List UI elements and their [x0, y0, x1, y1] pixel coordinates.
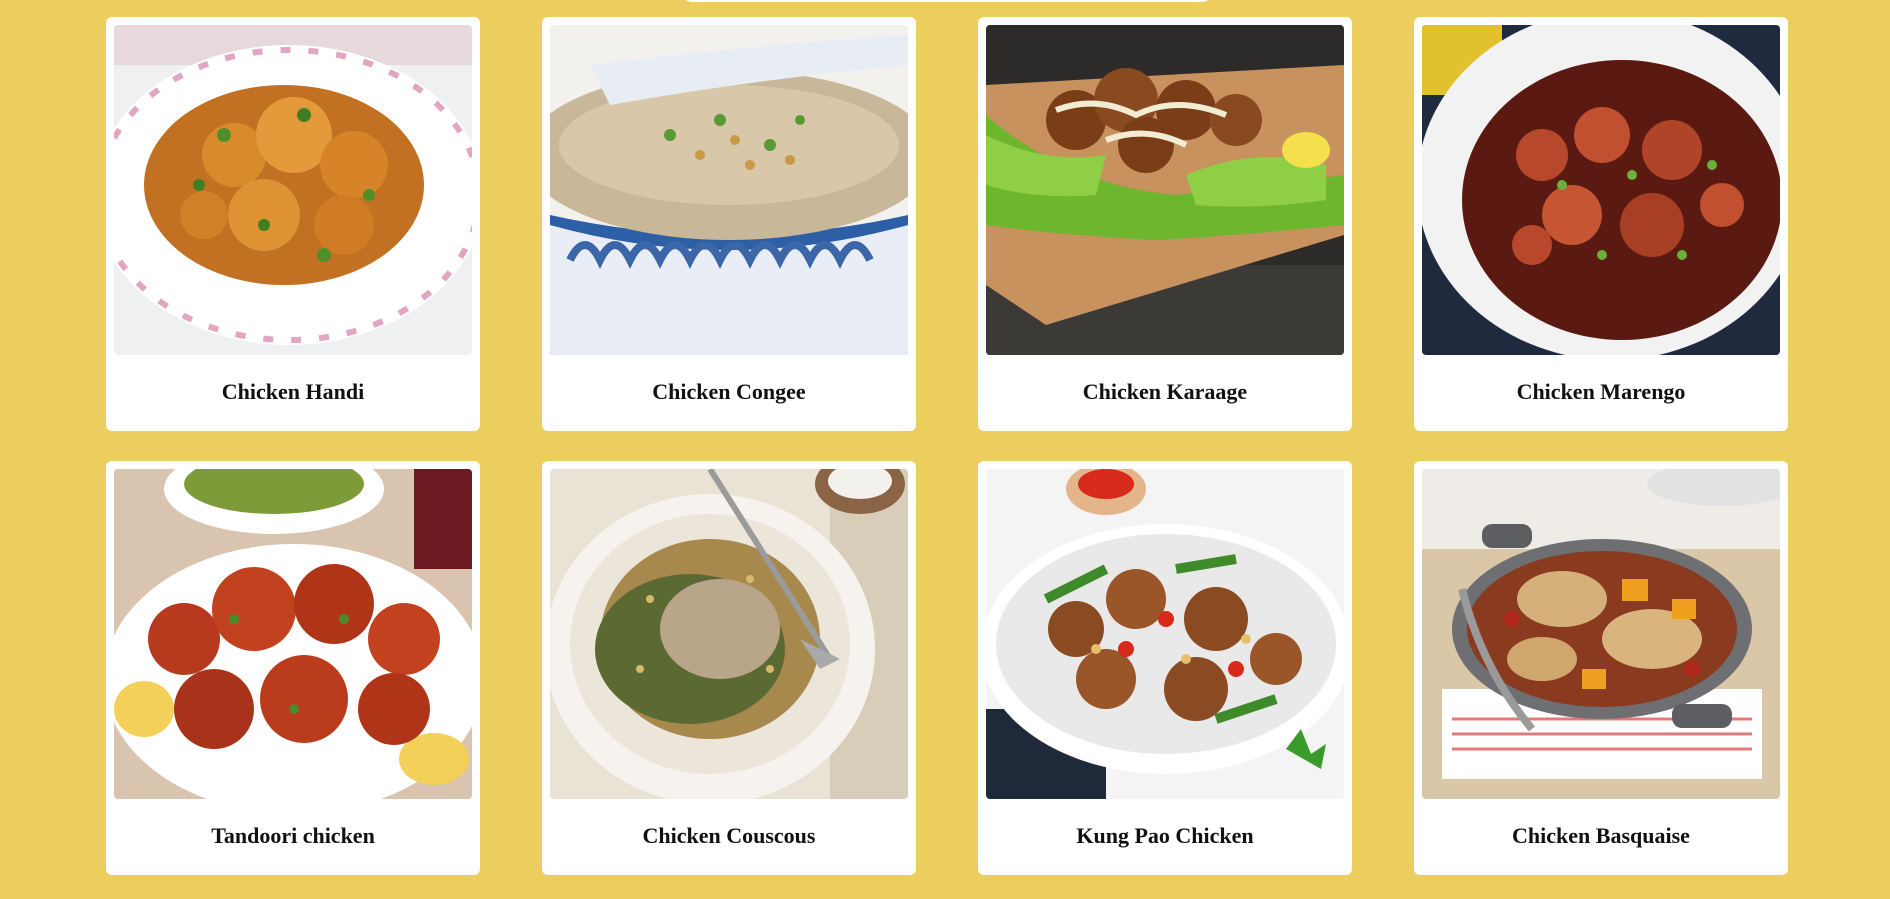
chicken-handi-photo [114, 25, 472, 355]
recipe-image[interactable] [550, 25, 908, 355]
recipe-image[interactable] [114, 25, 472, 355]
recipe-title[interactable]: Chicken Karaage [986, 379, 1344, 405]
recipe-title[interactable]: Kung Pao Chicken [986, 823, 1344, 849]
recipe-card-chicken-karaage[interactable]: Chicken Karaage [978, 17, 1352, 431]
kung-pao-chicken-photo [986, 469, 1344, 799]
recipe-card-chicken-marengo[interactable]: Chicken Marengo [1414, 17, 1788, 431]
tandoori-chicken-photo [114, 469, 472, 799]
recipe-title[interactable]: Chicken Couscous [550, 823, 908, 849]
recipe-card-chicken-basquaise[interactable]: Chicken Basquaise [1414, 461, 1788, 875]
chicken-congee-photo [550, 25, 908, 355]
recipe-title[interactable]: Chicken Congee [550, 379, 908, 405]
chicken-karaage-photo [986, 25, 1344, 355]
recipe-card-chicken-handi[interactable]: Chicken Handi [106, 17, 480, 431]
recipe-grid: Chicken Handi Chicken Congee Chicken Kar… [106, 17, 1788, 875]
recipe-image[interactable] [114, 469, 472, 799]
recipe-image[interactable] [1422, 469, 1780, 799]
recipe-image[interactable] [550, 469, 908, 799]
recipe-title[interactable]: Chicken Basquaise [1422, 823, 1780, 849]
recipe-title[interactable]: Tandoori chicken [114, 823, 472, 849]
chicken-couscous-photo [550, 469, 908, 799]
recipe-title[interactable]: Chicken Handi [114, 379, 472, 405]
chicken-marengo-photo [1422, 25, 1780, 355]
chicken-basquaise-photo [1422, 469, 1780, 799]
recipe-card-kung-pao-chicken[interactable]: Kung Pao Chicken [978, 461, 1352, 875]
recipe-image[interactable] [1422, 25, 1780, 355]
recipe-title[interactable]: Chicken Marengo [1422, 379, 1780, 405]
recipe-card-chicken-couscous[interactable]: Chicken Couscous [542, 461, 916, 875]
search-bar-edge[interactable] [682, 0, 1212, 2]
recipe-card-tandoori-chicken[interactable]: Tandoori chicken [106, 461, 480, 875]
recipe-card-chicken-congee[interactable]: Chicken Congee [542, 17, 916, 431]
recipe-image[interactable] [986, 469, 1344, 799]
recipe-image[interactable] [986, 25, 1344, 355]
